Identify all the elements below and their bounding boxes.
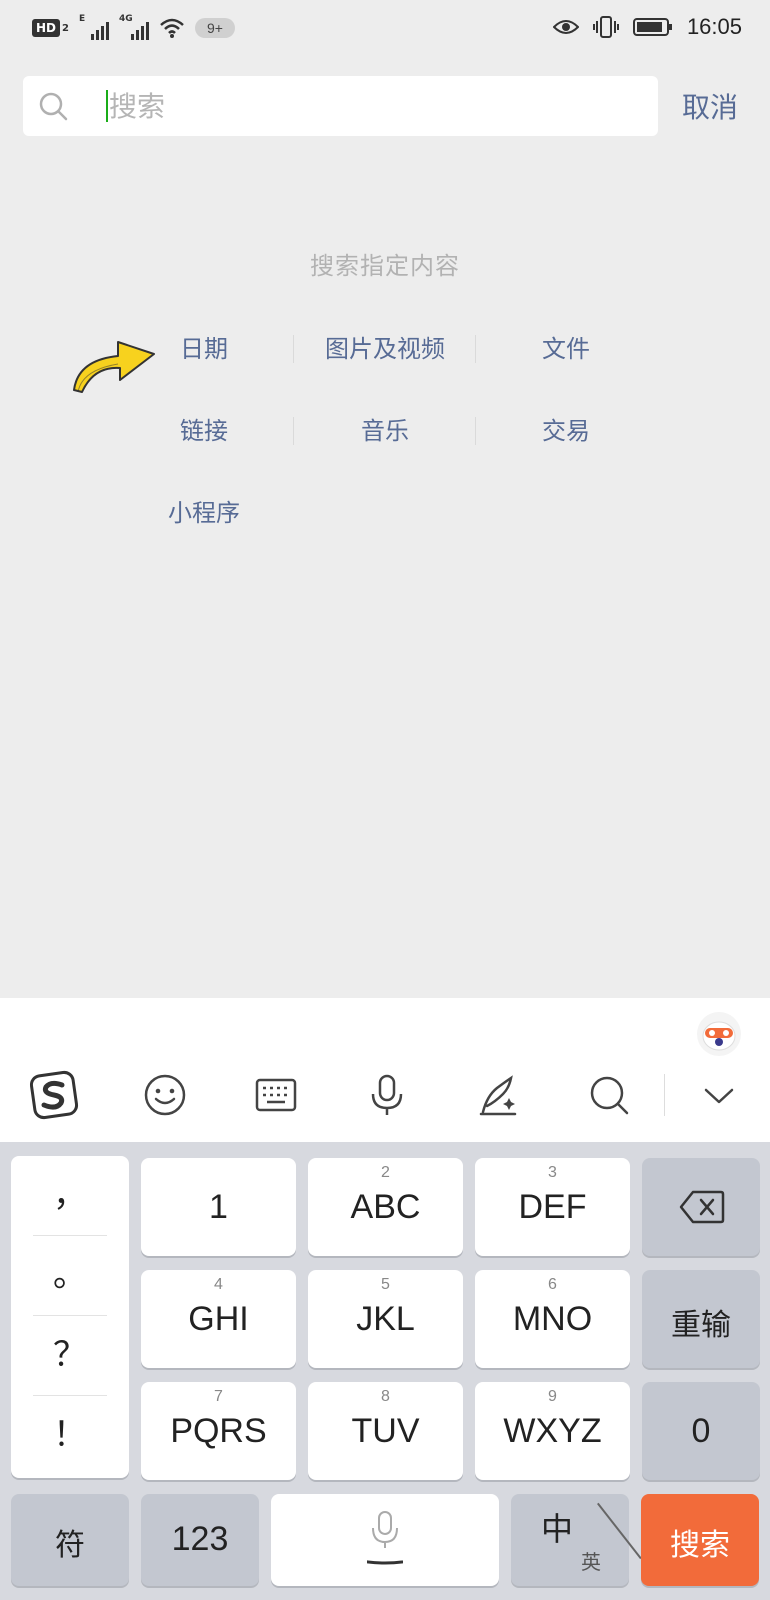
lang-alt-label: 英 xyxy=(581,1550,601,1574)
signal-sim2-icon: 4G xyxy=(119,14,149,40)
keyboard: ， 。 ？ ！ 1 2 ABC 3 DEF 4 GHI 5 JKL 6 MNO xyxy=(0,998,770,1600)
battery-icon xyxy=(632,18,672,36)
space-key[interactable] xyxy=(271,1494,499,1586)
key-def[interactable]: 3 DEF xyxy=(475,1158,630,1256)
category-links[interactable]: 链接 xyxy=(114,414,294,448)
key-pqrs[interactable]: 7 PQRS xyxy=(141,1382,296,1480)
punctuation-column: ， 。 ？ ！ xyxy=(11,1156,129,1478)
signal-sim1-icon: E xyxy=(79,14,109,40)
backspace-icon xyxy=(679,1190,725,1224)
search-input[interactable] xyxy=(109,84,629,128)
category-divider xyxy=(293,417,294,445)
microphone-icon[interactable] xyxy=(362,1070,412,1120)
search-icon xyxy=(39,92,68,121)
lang-main-label: 中 xyxy=(541,1510,574,1548)
notification-count-badge: 9+ xyxy=(194,18,235,38)
clock: 16:05 xyxy=(686,14,742,39)
status-bar: HD 2 E 4G 9+ 16:05 xyxy=(0,0,770,62)
hd-voice-badge: HD xyxy=(32,19,61,37)
key-mno[interactable]: 6 MNO xyxy=(475,1270,630,1368)
reenter-key[interactable]: 重输 xyxy=(642,1270,760,1368)
key-tuv[interactable]: 8 TUV xyxy=(308,1382,463,1480)
emoji-icon[interactable] xyxy=(140,1070,190,1120)
eye-comfort-icon xyxy=(552,20,579,34)
key-comma[interactable]: ， xyxy=(11,1156,129,1235)
key-jkl[interactable]: 5 JKL xyxy=(308,1270,463,1368)
key-1[interactable]: 1 xyxy=(141,1158,296,1256)
sogou-logo-icon[interactable] xyxy=(29,1070,79,1120)
handwriting-icon[interactable] xyxy=(473,1070,523,1120)
language-switch-key[interactable]: 中 英 xyxy=(511,1494,642,1586)
keyboard-search-icon[interactable] xyxy=(584,1070,634,1120)
key-wxyz[interactable]: 9 WXYZ xyxy=(475,1382,630,1480)
symbols-key[interactable]: 符 xyxy=(11,1494,129,1586)
key-0[interactable]: 0 xyxy=(642,1382,760,1480)
category-transactions[interactable]: 交易 xyxy=(476,414,656,448)
category-photos-videos[interactable]: 图片及视频 xyxy=(295,332,475,366)
collapse-keyboard-icon[interactable] xyxy=(694,1070,744,1120)
key-exclamation[interactable]: ！ xyxy=(11,1396,129,1475)
search-submit-key[interactable]: 搜索 xyxy=(641,1494,759,1586)
key-ghi[interactable]: 4 GHI xyxy=(141,1270,296,1368)
backspace-key[interactable] xyxy=(642,1158,760,1256)
text-caret xyxy=(106,90,108,122)
category-mini-programs[interactable]: 小程序 xyxy=(114,496,294,530)
vibrate-icon xyxy=(592,16,619,38)
toolbar-divider xyxy=(664,1074,665,1116)
cancel-button[interactable]: 取消 xyxy=(682,86,738,126)
category-files[interactable]: 文件 xyxy=(476,332,656,366)
hd-voice-sim: 2 xyxy=(62,22,69,34)
space-mic-icon xyxy=(367,1511,403,1565)
key-question[interactable]: ？ xyxy=(11,1316,129,1395)
category-music[interactable]: 音乐 xyxy=(295,414,475,448)
keyboard-layout-icon[interactable] xyxy=(251,1070,301,1120)
category-divider xyxy=(293,335,294,363)
search-bar[interactable] xyxy=(23,76,658,136)
keyboard-mascot-icon[interactable] xyxy=(697,1012,741,1056)
key-abc[interactable]: 2 ABC xyxy=(308,1158,463,1256)
category-date[interactable]: 日期 xyxy=(114,332,294,366)
key-period[interactable]: 。 xyxy=(11,1236,129,1315)
search-hint-text: 搜索指定内容 xyxy=(310,252,460,280)
wifi-icon xyxy=(160,18,184,38)
numbers-key[interactable]: 123 xyxy=(141,1494,259,1586)
